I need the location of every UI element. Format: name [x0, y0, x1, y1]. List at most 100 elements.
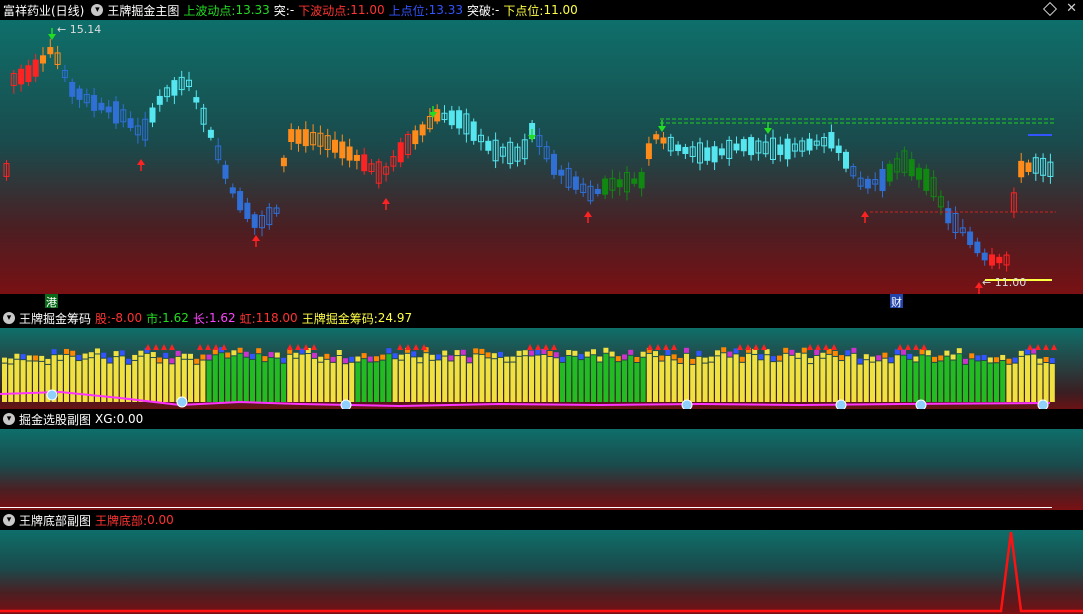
chip-arrow-icon: [1027, 344, 1033, 350]
chip-bar: [250, 359, 255, 402]
chip-cap: [473, 348, 479, 354]
chip-cap: [26, 355, 32, 361]
chip-cap: [64, 348, 69, 354]
chip-ball-icon: [46, 389, 58, 401]
chip-bar: [634, 363, 640, 402]
chip-arrow-icon: [655, 344, 661, 350]
chip-cap: [367, 356, 373, 362]
chip-cap: [126, 358, 131, 364]
candle-body: [91, 95, 98, 111]
candle-body: [594, 188, 601, 194]
chip-bar: [163, 358, 169, 402]
chip-bar: [733, 354, 739, 402]
chip-bar: [132, 360, 138, 402]
chevron-down-icon[interactable]: ▾: [91, 4, 104, 16]
chip-cap: [113, 351, 119, 357]
chip-cap: [318, 356, 324, 362]
chip-cap: [845, 350, 851, 356]
finance-tag[interactable]: 财: [890, 294, 903, 308]
bottom-label: 王牌底部:: [95, 513, 148, 528]
chip-bar: [14, 359, 20, 402]
hk-tag[interactable]: 港: [45, 294, 58, 308]
buy-arrow-icon: [137, 159, 145, 165]
chip-cap: [975, 355, 981, 361]
chip-cap: [708, 356, 714, 362]
chip-bar: [814, 355, 820, 402]
upper-label: 上点位:: [388, 3, 429, 18]
chip-cap: [789, 349, 795, 355]
chip-arrow-icon: [421, 344, 427, 350]
indicator-name[interactable]: 王牌掘金主图: [107, 2, 179, 19]
candle-body: [127, 118, 134, 128]
chip-cap: [479, 348, 485, 354]
close-icon[interactable]: ✕: [1066, 1, 1077, 16]
chip-cap: [727, 351, 733, 357]
chip-cap: [132, 354, 138, 360]
candle-body: [32, 59, 39, 77]
candle-body: [631, 178, 638, 184]
chip-cap: [343, 358, 348, 364]
gu-label: 股:: [95, 311, 112, 326]
candle-body: [864, 178, 871, 189]
candle-body: [551, 153, 557, 175]
candle-body: [470, 121, 477, 141]
diamond-icon[interactable]: [1042, 1, 1058, 17]
chip-bar: [138, 356, 144, 402]
chip-bar: [76, 361, 82, 402]
chip-bar: [659, 361, 665, 402]
chip-cap: [256, 348, 262, 354]
chip-arrow-icon: [671, 344, 677, 350]
chip-bar: [243, 357, 249, 402]
break2-value: -: [495, 3, 500, 17]
bottom-title[interactable]: 王牌底部副图: [19, 512, 91, 529]
chips-title[interactable]: 王牌掘金筹码: [19, 310, 91, 327]
chip-bar: [529, 356, 534, 402]
chip-bar: [938, 361, 944, 402]
chip-cap: [281, 357, 286, 363]
xg-value: 0.00: [116, 412, 144, 426]
chevron-down-icon[interactable]: ▾: [3, 413, 15, 425]
chip-cap: [814, 349, 820, 355]
candle-body: [653, 134, 660, 140]
chip-cap: [609, 351, 615, 357]
stock-name: 富祥药业(日线): [3, 3, 85, 18]
chip-bar: [981, 360, 987, 402]
chang-label: 长:: [192, 311, 209, 326]
chip-cap: [702, 357, 708, 363]
chip-bar: [429, 360, 435, 402]
chip-bar: [39, 361, 45, 402]
chip-cap: [894, 349, 900, 355]
main-chart-area[interactable]: ← 15.14 ← 11.00: [0, 20, 1083, 296]
candle-body: [835, 145, 842, 154]
candle-body: [105, 106, 112, 113]
chip-cap: [739, 356, 745, 362]
chip-cap: [870, 356, 875, 362]
chip-bar: [448, 361, 454, 402]
chevron-down-icon[interactable]: ▾: [3, 312, 15, 324]
chip-arrow-icon: [815, 344, 821, 350]
buy-arrow-icon: [382, 198, 390, 204]
candle-body: [485, 140, 492, 151]
xg-area[interactable]: [0, 429, 1083, 510]
chip-cap: [820, 352, 826, 358]
chip-bar: [758, 360, 764, 402]
lower-label: 下点位:: [503, 3, 544, 18]
chip-cap: [181, 353, 187, 359]
chip-cap: [876, 355, 882, 361]
chip-cap: [994, 357, 999, 363]
chip-bar: [560, 362, 565, 402]
bottom-area[interactable]: [0, 530, 1083, 614]
chip-bar: [708, 362, 714, 402]
chip-bar: [113, 357, 119, 402]
main-chart-panel: 富祥药业(日线) ▾ 王牌掘金主图 上波动点: 13.33 突: - 下波动点:…: [0, 0, 1083, 308]
upper-value: 13.33: [428, 3, 463, 17]
chip-cap: [386, 348, 392, 354]
chip-cap: [690, 358, 696, 364]
chips-area[interactable]: [0, 328, 1083, 409]
chip-bar: [739, 362, 745, 402]
candle-body: [1018, 160, 1025, 178]
chip-arrow-icon: [647, 344, 653, 350]
up-wave-value: 13.33: [235, 3, 270, 17]
xg-title[interactable]: 掘金选股副图: [19, 411, 91, 428]
chevron-down-icon[interactable]: ▾: [3, 514, 15, 526]
